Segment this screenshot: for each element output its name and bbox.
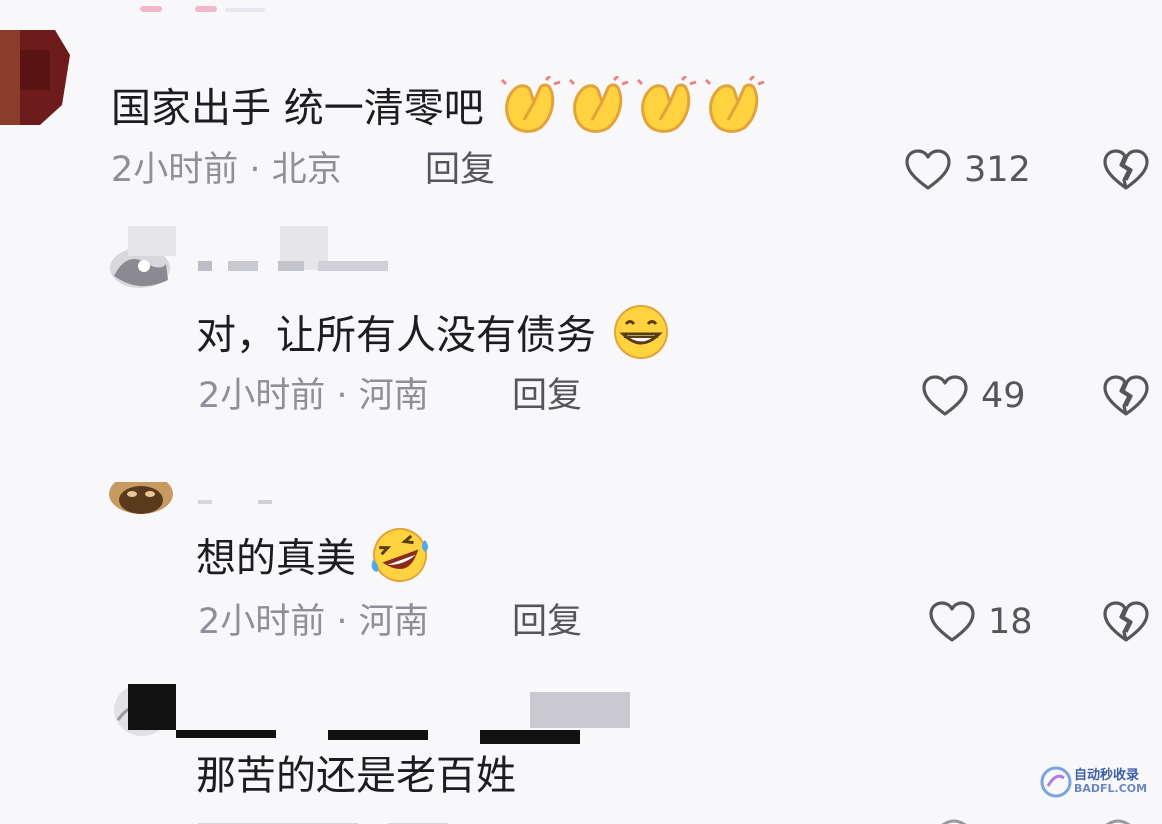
meta-dot: ·: [249, 150, 261, 190]
meta-dot: ·: [336, 376, 348, 416]
timestamp: 2小时前: [111, 150, 239, 190]
like-count: 18: [988, 602, 1033, 642]
like-count: 49: [981, 376, 1026, 416]
reply-button[interactable]: 回复: [512, 600, 582, 644]
comment-meta: 2小时前 · 北京: [111, 148, 342, 192]
dislike-broken-heart-icon[interactable]: [1102, 148, 1150, 196]
grinning-face-icon: [611, 304, 671, 371]
like-button[interactable]: 18: [928, 598, 1038, 648]
heart-icon: [904, 148, 952, 196]
clapping-hands-icon: [500, 74, 562, 145]
username-mask: [128, 226, 176, 256]
clapping-hands-icon: [568, 74, 630, 145]
clapping-hands-icon: [636, 74, 698, 145]
username-mask: [128, 684, 176, 730]
username-mask: [480, 730, 580, 744]
username-mask: [328, 730, 428, 740]
like-button[interactable]: 312: [904, 146, 1044, 196]
like-button[interactable]: 49: [921, 372, 1041, 422]
comment-text: 想的真美: [196, 526, 431, 595]
watermark-line2: BADFL.COM: [1074, 782, 1148, 795]
location: 河南: [358, 376, 429, 416]
avatar[interactable]: [0, 10, 80, 125]
reply-button[interactable]: 回复: [512, 374, 582, 418]
clapping-hands-icon: [704, 74, 766, 145]
dislike-broken-heart-icon[interactable]: [1102, 374, 1150, 422]
location: 河南: [358, 602, 429, 642]
username-blurred: [198, 492, 288, 511]
comment-text: 那苦的还是老百姓: [196, 753, 516, 799]
username-blurred: [135, 0, 295, 16]
rolling-laughing-face-icon: [369, 526, 431, 595]
comment-text: 对，让所有人没有债务: [196, 304, 671, 371]
meta-dot: ·: [336, 602, 348, 642]
username-blurred: [198, 252, 398, 282]
watermark-logo-icon: [1040, 766, 1072, 802]
heart-icon: [928, 600, 976, 648]
clipped-meta-row: [198, 812, 1162, 824]
comment-meta: 2小时前 · 河南: [198, 600, 429, 644]
like-count: 312: [964, 150, 1031, 190]
dislike-broken-heart-icon[interactable]: [1102, 600, 1150, 648]
avatar[interactable]: [108, 476, 174, 516]
comment-meta: 2小时前 · 河南: [198, 374, 429, 418]
reply-button[interactable]: 回复: [425, 148, 495, 192]
heart-icon: [921, 374, 969, 422]
location: 北京: [271, 150, 342, 190]
watermark: 自动秒收录 BADFL.COM: [1040, 764, 1158, 800]
timestamp: 2小时前: [198, 376, 326, 416]
watermark-line1: 自动秒收录: [1074, 768, 1140, 783]
username-mask: [530, 692, 630, 728]
timestamp: 2小时前: [198, 602, 326, 642]
username-mask: [176, 730, 276, 738]
comment-text: 国家出手 统一清零吧: [111, 74, 766, 145]
